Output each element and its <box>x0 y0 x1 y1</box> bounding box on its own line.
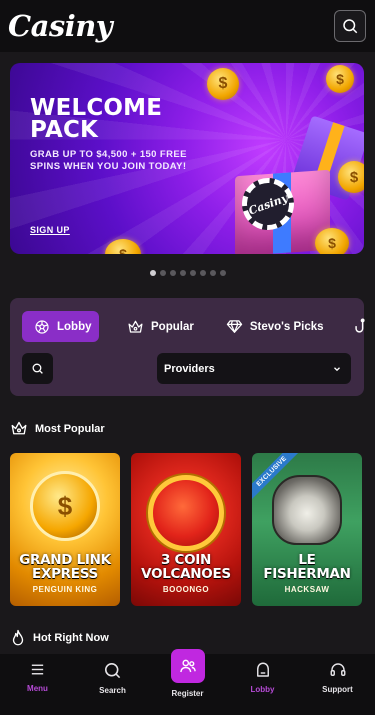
red-coin-art <box>148 475 224 551</box>
game-title: LE FISHERMAN <box>263 552 351 582</box>
coin-icon: $ <box>315 228 349 254</box>
nav-support-label: Support <box>322 685 353 694</box>
register-button[interactable] <box>170 649 205 683</box>
diamond-icon <box>226 320 243 333</box>
nav-register[interactable]: Register <box>158 649 218 698</box>
crown-icon <box>11 421 27 435</box>
game-provider: HACKSAW <box>284 585 330 594</box>
search-icon <box>104 662 121 679</box>
game-title-line1: 3 COIN <box>160 552 211 568</box>
chevron-down-icon <box>334 366 340 371</box>
chip-logo-text: Casiny <box>246 190 290 218</box>
carousel-dot[interactable] <box>219 270 226 276</box>
welcome-banner[interactable]: Casiny $ $ $ $ $ WELCOME PACK GRAB UP TO… <box>10 63 364 254</box>
bottom-navigation: Menu Search Register Lobby Support <box>0 649 375 715</box>
flame-icon <box>12 629 24 646</box>
carousel-dot[interactable] <box>169 270 176 276</box>
banner-title-line2: PACK <box>30 117 99 143</box>
raccoon-character-art <box>272 475 342 545</box>
nav-search[interactable]: Search <box>83 661 143 695</box>
search-icon <box>343 19 358 34</box>
providers-label: Providers <box>164 362 215 375</box>
game-title-line1: GRAND LINK <box>19 552 111 568</box>
most-popular-label: Most Popular <box>35 422 105 435</box>
carousel-dot[interactable] <box>209 270 216 276</box>
nav-lobby-label: Lobby <box>250 685 275 694</box>
banner-subtitle: GRAB UP TO $4,500 + 150 FREE SPINS WHEN … <box>30 149 187 172</box>
game-title: GRAND LINK EXPRESS <box>19 553 111 581</box>
game-provider: PENGUIN KING <box>32 585 98 594</box>
category-tabs: Lobby Popular Stevo's Picks <box>22 311 375 342</box>
top-header: Casiny <box>0 0 375 52</box>
coin-icon: $ <box>326 65 354 93</box>
game-search-button[interactable] <box>22 353 53 384</box>
app-root: Casiny Casiny $ $ $ $ $ WELCOME PACK GRA… <box>0 0 375 715</box>
crown-icon <box>128 320 143 333</box>
nav-lobby[interactable]: Lobby <box>233 661 293 694</box>
lobby-icon <box>256 662 269 677</box>
game-card-le-fisherman[interactable]: EXCLUSIVE LE FISHERMAN HACKSAW <box>252 453 362 606</box>
carousel-dot[interactable] <box>149 270 156 276</box>
carousel-dot[interactable] <box>199 270 206 276</box>
sign-up-link[interactable]: SIGN UP <box>30 225 70 235</box>
coin-icon: $ <box>207 68 239 100</box>
tab-popular-label: Popular <box>151 320 194 333</box>
nav-support[interactable]: Support <box>308 661 368 694</box>
game-provider: BOOONGO <box>162 585 210 594</box>
game-title-line2: EXPRESS <box>32 566 98 582</box>
hot-right-now-label: Hot Right Now <box>33 632 109 644</box>
tab-stevos-picks-label: Stevo's Picks <box>249 320 324 333</box>
most-popular-heading: Most Popular <box>10 420 105 437</box>
banner-title-line1: WELCOME <box>30 95 163 121</box>
game-title-line2: VOLCANOES <box>141 566 231 582</box>
game-title: 3 COIN VOLCANOES <box>141 553 231 581</box>
nav-menu[interactable]: Menu <box>8 661 68 693</box>
header-search-button[interactable] <box>334 10 366 42</box>
nav-register-label: Register <box>171 689 204 698</box>
nav-menu-label: Menu <box>27 684 48 693</box>
filter-row: Providers <box>22 353 351 384</box>
hamburger-menu-icon <box>31 664 44 675</box>
lobby-panel: Lobby Popular Stevo's Picks Providers <box>10 298 365 396</box>
game-cards-row: $ GRAND LINK EXPRESS PENGUIN KING 3 COIN… <box>10 453 362 606</box>
casiny-logo[interactable]: Casiny <box>8 9 113 43</box>
gold-medallion-art: $ <box>30 471 100 541</box>
coin-icon: $ <box>338 161 364 193</box>
game-card-grand-link-express[interactable]: $ GRAND LINK EXPRESS PENGUIN KING <box>10 453 120 606</box>
game-title-line1: LE <box>298 552 316 568</box>
carousel-dot[interactable] <box>189 270 196 276</box>
soccer-ball-icon <box>35 319 49 334</box>
users-icon <box>179 659 196 673</box>
carousel-dots <box>0 270 375 276</box>
search-icon <box>32 363 43 374</box>
headset-icon <box>330 663 345 676</box>
carousel-dot[interactable] <box>159 270 166 276</box>
providers-dropdown[interactable]: Providers <box>157 353 351 384</box>
game-title-line2: FISHERMAN <box>263 566 351 582</box>
fish-hook-icon <box>354 317 365 333</box>
banner-title: WELCOME PACK <box>30 95 163 143</box>
tab-more-partial[interactable] <box>338 311 375 342</box>
game-card-3-coin-volcanoes[interactable]: 3 COIN VOLCANOES BOOONGO <box>131 453 241 606</box>
tab-stevos-picks[interactable]: Stevo's Picks <box>208 311 338 342</box>
tab-lobby[interactable]: Lobby <box>22 311 99 342</box>
carousel-dot[interactable] <box>179 270 186 276</box>
tab-lobby-label: Lobby <box>57 320 92 333</box>
nav-search-label: Search <box>99 686 126 695</box>
tab-popular[interactable]: Popular <box>99 311 208 342</box>
hot-right-now-heading: Hot Right Now <box>10 629 109 647</box>
